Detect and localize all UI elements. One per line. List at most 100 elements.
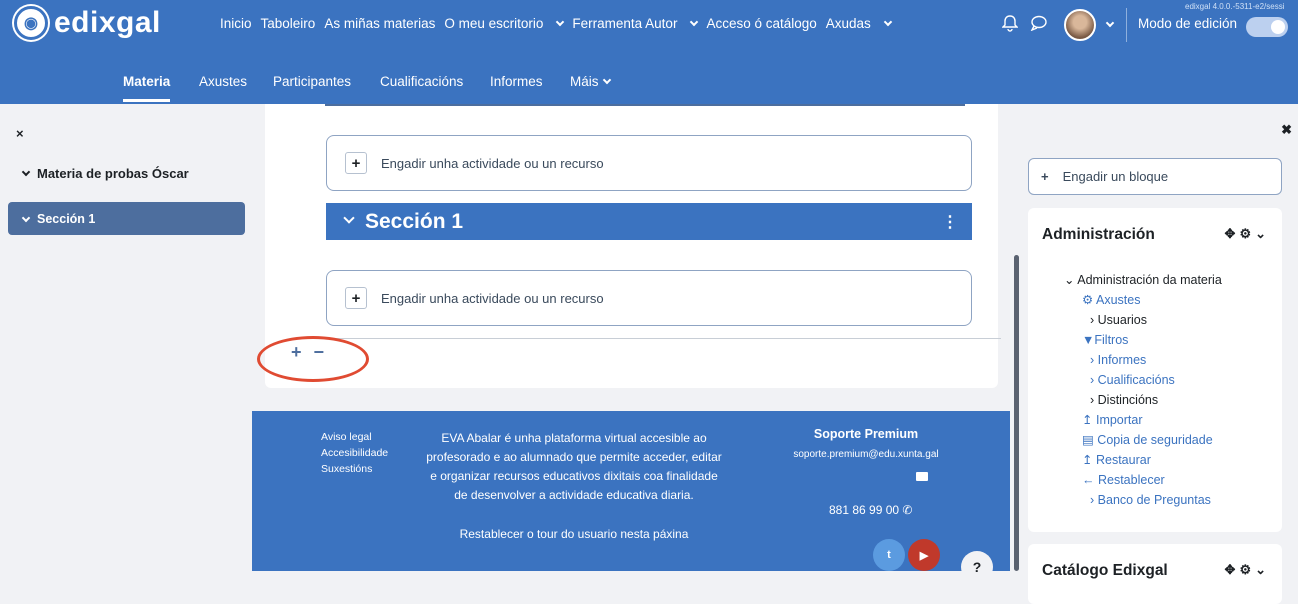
tree-item-label: Informes: [1097, 353, 1147, 367]
nav-axudas-label: Axudas: [825, 16, 871, 31]
support-email[interactable]: soporte.premium@edu.xunta.gal: [772, 449, 960, 460]
edit-mode-label: Modo de edición: [1138, 16, 1238, 31]
nav-taboleiro[interactable]: Taboleiro: [261, 16, 316, 31]
tab-participantes[interactable]: Participantes: [273, 74, 351, 89]
arrow-left-icon: ←: [1082, 473, 1095, 487]
close-icon[interactable]: ✖: [1281, 122, 1292, 138]
tree-item-label: Filtros: [1094, 333, 1129, 347]
footer-link-accesibilidade[interactable]: Accesibilidade: [321, 445, 388, 461]
tree-root-label: Administración da materia: [1077, 273, 1222, 287]
admin-tree: ⌄ Administración da materia ⚙ Axustes › …: [1064, 270, 1222, 510]
course-index-course[interactable]: Materia de probas Óscar: [18, 166, 189, 181]
tab-informes[interactable]: Informes: [490, 74, 543, 89]
nav-escritorio-label: O meu escritorio: [444, 16, 544, 31]
tree-item-label: Cualificacións: [1097, 373, 1175, 387]
tree-item-distincions[interactable]: › Distincións: [1064, 390, 1222, 410]
phone-icon: ✆: [902, 503, 913, 517]
add-activity-label: Engadir unha actividade ou un recurso: [381, 290, 604, 306]
tab-mais[interactable]: Máis: [570, 74, 611, 89]
tree-item-copia[interactable]: ▤ Copia de seguridade: [1064, 430, 1222, 450]
upload-icon: ↥: [1082, 413, 1093, 427]
gear-icon[interactable]: ⚙: [1239, 226, 1255, 241]
file-icon: ▤: [1082, 433, 1094, 447]
tree-item-importar[interactable]: ↥ Importar: [1064, 410, 1222, 430]
primary-nav: Inicio Taboleiro As miñas materias O meu…: [220, 16, 900, 31]
tree-item-label: Axustes: [1096, 293, 1141, 307]
nav-minas-materias[interactable]: As miñas materias: [324, 16, 435, 31]
move-icon[interactable]: ✥: [1225, 562, 1240, 577]
course-name: Materia de probas Óscar: [37, 166, 189, 181]
nav-divider: [1126, 8, 1127, 42]
chevron-right-icon: ›: [1090, 353, 1095, 367]
move-icon[interactable]: ✥: [1225, 226, 1240, 241]
course-secondary-nav: Materia Axustes Participantes Cualificac…: [0, 50, 1298, 104]
plus-icon: +: [1041, 169, 1049, 184]
tree-item-label: Importar: [1095, 413, 1143, 427]
tree-item-filtros[interactable]: ▼Filtros: [1064, 330, 1222, 350]
course-index-section-1[interactable]: Sección 1: [8, 202, 245, 235]
youtube-icon[interactable]: ▶: [908, 539, 940, 571]
tree-item-cualificacions[interactable]: › Cualificacións: [1064, 370, 1222, 390]
help-button[interactable]: ?: [961, 551, 993, 583]
plus-icon: +: [345, 152, 367, 174]
nav-ferramenta-menu[interactable]: Ferramenta Autor: [572, 16, 699, 31]
logo-icon: ◉: [14, 6, 48, 40]
version-text: edixgal 4.0.0.-5311-e2/sessi: [1185, 2, 1285, 11]
support-phone: 881 86 99 00: [829, 503, 900, 517]
footer-link-aviso[interactable]: Aviso legal: [321, 429, 388, 445]
annotation-ellipse: [257, 336, 369, 382]
edit-mode-toggle[interactable]: [1246, 17, 1288, 37]
section-header[interactable]: Sección 1 ⋮: [326, 203, 972, 240]
add-block-button[interactable]: + Engadir un bloque: [1028, 158, 1282, 195]
chevron-down-icon[interactable]: ⌄: [1255, 562, 1270, 577]
nav-ferramenta-label: Ferramenta Autor: [572, 16, 678, 31]
filter-icon: ▼: [1082, 333, 1095, 347]
bell-icon[interactable]: [1002, 14, 1018, 32]
site-logo[interactable]: ◉ edixgal: [14, 6, 161, 40]
reset-tour-link[interactable]: Restablecer o tour do usuario nesta páxi…: [424, 527, 724, 541]
tree-item-axustes[interactable]: ⚙ Axustes: [1064, 290, 1222, 310]
chevron-down-icon: [602, 75, 611, 85]
tree-item-informes[interactable]: › Informes: [1064, 350, 1222, 370]
tab-axustes[interactable]: Axustes: [199, 74, 247, 89]
close-icon[interactable]: ×: [16, 126, 24, 141]
add-activity-button[interactable]: + Engadir unha actividade ou un recurso: [326, 135, 972, 191]
tree-item-label: Usuarios: [1097, 313, 1147, 327]
scrollbar[interactable]: [1014, 255, 1019, 571]
chevron-right-icon: ›: [1090, 493, 1095, 507]
user-avatar[interactable]: [1064, 9, 1096, 41]
administration-block: Administración ✥⚙⌄ ⌄ Administración da m…: [1028, 208, 1282, 532]
twitter-icon[interactable]: t: [873, 539, 905, 571]
chevron-right-icon: ›: [1090, 393, 1095, 407]
chevron-right-icon: ›: [1090, 313, 1095, 327]
add-activity-label: Engadir unha actividade ou un recurso: [381, 155, 604, 171]
gear-icon[interactable]: ⚙: [1239, 562, 1255, 577]
tab-cualificacions[interactable]: Cualificacións: [380, 74, 463, 89]
chevron-down-icon: [556, 17, 565, 27]
chat-icon[interactable]: [1030, 15, 1048, 31]
nav-escritorio-menu[interactable]: O meu escritorio: [444, 16, 565, 31]
user-menu-chevron-icon[interactable]: [1105, 18, 1115, 28]
tree-item-banco[interactable]: › Banco de Preguntas: [1064, 490, 1222, 510]
tree-item-restaurar[interactable]: ↥ Restaurar: [1064, 450, 1222, 470]
tree-item-restablecer[interactable]: ← Restablecer: [1064, 470, 1222, 490]
chevron-down-icon[interactable]: [343, 211, 355, 224]
tree-item-usuarios[interactable]: › Usuarios: [1064, 310, 1222, 330]
envelope-icon: [916, 472, 928, 481]
tab-materia[interactable]: Materia: [123, 74, 171, 102]
support-phone-row: 881 86 99 00 ✆: [829, 503, 912, 517]
chevron-down-icon: [21, 213, 31, 223]
nav-catalogo[interactable]: Acceso ó catálogo: [706, 16, 816, 31]
section-name: Sección 1: [37, 212, 96, 226]
tree-item-label: Banco de Preguntas: [1097, 493, 1211, 507]
chevron-down-icon: [690, 17, 699, 27]
chevron-down-icon[interactable]: ⌄: [1255, 226, 1270, 241]
footer-link-suxestions[interactable]: Suxestións: [321, 461, 388, 477]
kebab-menu-icon[interactable]: ⋮: [942, 212, 958, 232]
add-activity-button[interactable]: + Engadir unha actividade ou un recurso: [326, 270, 972, 326]
nav-axudas-menu[interactable]: Axudas: [825, 16, 893, 31]
nav-inicio[interactable]: Inicio: [220, 16, 252, 31]
block-title: Catálogo Edixgal: [1042, 562, 1168, 579]
tree-root[interactable]: ⌄ Administración da materia: [1064, 270, 1222, 290]
section-title: Sección 1: [365, 209, 464, 233]
